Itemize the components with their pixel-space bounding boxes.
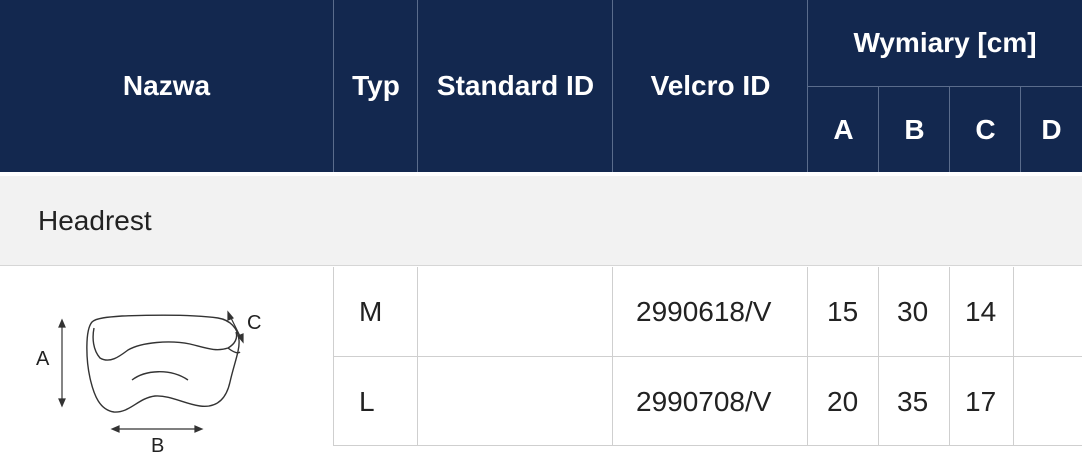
diagram-label-a: A — [36, 347, 50, 370]
header-divider — [878, 87, 879, 172]
header-dim-d: D — [1041, 113, 1062, 145]
row-velcro-id: 2990708/V — [636, 385, 772, 417]
header-divider — [417, 0, 418, 172]
header-standard-id: Standard ID — [436, 70, 595, 101]
grid-line — [334, 356, 1082, 357]
diagram-label-b: B — [151, 434, 165, 457]
header-divider — [808, 86, 1082, 87]
row-dim-c: 17 — [965, 385, 997, 417]
table-header: Nazwa Typ Standard ID Velcro ID Wymiary … — [0, 0, 1082, 172]
header-type: Typ — [352, 70, 400, 101]
header-divider — [612, 0, 613, 172]
row-dim-b: 30 — [897, 295, 929, 327]
row-type: L — [359, 385, 375, 417]
row-type: M — [359, 295, 383, 327]
header-velcro-id: Velcro ID — [650, 70, 771, 101]
row-velcro-id: 2990618/V — [636, 295, 772, 327]
section-row: Headrest — [0, 176, 1082, 266]
header-divider — [1020, 87, 1021, 172]
header-dimensions: Wymiary [cm] — [853, 27, 1037, 58]
header-name: Nazwa — [122, 70, 211, 101]
row-dim-b: 35 — [897, 385, 929, 417]
diagram-label-c: C — [247, 311, 262, 334]
grid-line — [334, 445, 1082, 446]
header-dim-b: B — [904, 113, 925, 145]
header-dim-a: A — [833, 113, 854, 145]
row-dim-a: 20 — [827, 385, 859, 417]
header-divider — [333, 0, 334, 172]
row-dim-a: 15 — [827, 295, 859, 327]
header-dim-c: C — [975, 113, 996, 145]
header-divider — [949, 87, 950, 172]
row-dim-c: 14 — [965, 295, 997, 327]
section-label: Headrest — [38, 205, 152, 236]
